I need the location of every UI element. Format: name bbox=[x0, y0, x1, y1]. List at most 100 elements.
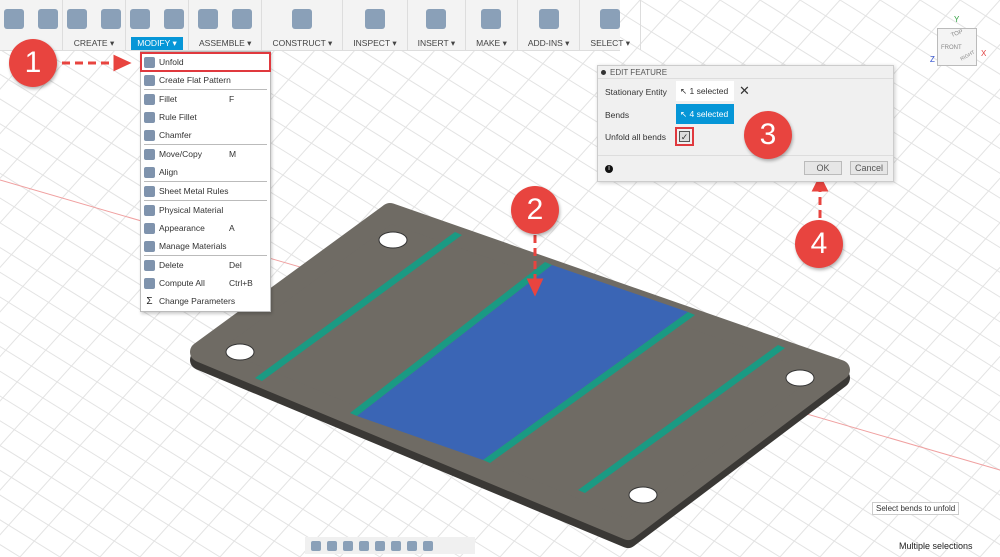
grid-settings-icon[interactable] bbox=[407, 540, 417, 551]
stationary-entity-selector[interactable]: ↖ 1 selected bbox=[676, 81, 734, 101]
sheet-metal-part[interactable] bbox=[190, 203, 850, 548]
menu-item-label: Move/Copy bbox=[159, 149, 202, 159]
ok-button[interactable]: OK bbox=[804, 161, 842, 175]
menu-item-label: Align bbox=[159, 167, 178, 177]
flat-pattern-icon[interactable] bbox=[164, 8, 184, 29]
view-cube[interactable]: TOP FRONT RIGHT Z X Y bbox=[930, 15, 986, 66]
look-at-icon[interactable] bbox=[327, 540, 337, 551]
viewports-icon[interactable] bbox=[423, 540, 433, 551]
select-icon[interactable] bbox=[600, 8, 621, 29]
annotation-2: 2 bbox=[511, 186, 559, 234]
sketch-icon[interactable] bbox=[4, 8, 24, 29]
rule-fillet-icon bbox=[144, 111, 155, 123]
toolbar-group-construct: CONSTRUCT ▾ bbox=[262, 0, 344, 50]
menu-item-rule-fillet[interactable]: Rule Fillet bbox=[141, 108, 270, 126]
menu-item-unfold[interactable]: Unfold bbox=[140, 52, 271, 72]
measure-icon[interactable] bbox=[364, 8, 385, 29]
viewcube-top[interactable]: TOP bbox=[950, 29, 964, 39]
toolbar-menu-button[interactable]: ADD-INS ▾ bbox=[522, 37, 576, 50]
toolbar-menu-button[interactable]: MAKE ▾ bbox=[470, 37, 513, 50]
menu-item-shortcut: Del bbox=[229, 260, 242, 270]
toolbar-menu-button[interactable]: CONSTRUCT ▾ bbox=[266, 37, 338, 50]
menu-item-create-flat-pattern[interactable]: Create Flat Pattern bbox=[141, 71, 270, 89]
x-axis-label: X bbox=[981, 49, 987, 58]
toolbar-menu-button[interactable]: CREATE ▾ bbox=[68, 37, 120, 50]
new-component-icon[interactable] bbox=[198, 8, 219, 29]
orbit-icon[interactable] bbox=[311, 540, 321, 551]
sheet-metal-rules-icon[interactable] bbox=[130, 8, 150, 29]
menu-item-label: Chamfer bbox=[159, 130, 192, 140]
physical-material-icon bbox=[144, 204, 155, 216]
toolbar-group-select: SELECT ▾ bbox=[580, 0, 641, 50]
menu-item-compute-all[interactable]: Compute All Ctrl+B bbox=[141, 274, 270, 292]
hole bbox=[785, 369, 815, 387]
menu-item-fillet[interactable]: Fillet F bbox=[141, 90, 270, 108]
fillet-icon bbox=[144, 93, 155, 105]
appearance-icon bbox=[144, 222, 155, 234]
menu-item-label: Compute All bbox=[159, 278, 205, 288]
create-flat-pattern-icon bbox=[144, 74, 155, 86]
bends-label: Bends bbox=[605, 110, 630, 120]
cancel-button[interactable]: Cancel bbox=[850, 161, 888, 175]
menu-item-sheet-metal-rules[interactable]: Sheet Metal Rules bbox=[141, 182, 270, 200]
create-box-icon[interactable] bbox=[67, 8, 87, 29]
menu-item-shortcut: A bbox=[229, 223, 235, 233]
joint-icon[interactable] bbox=[232, 8, 253, 29]
move-copy-icon bbox=[144, 148, 155, 160]
viewcube-front[interactable]: FRONT bbox=[941, 45, 962, 51]
menu-item-align[interactable]: Align bbox=[141, 163, 270, 181]
toolbar-group-insert: INSERT ▾ bbox=[408, 0, 467, 50]
toolbar-menu-button[interactable]: MODIFY ▾ bbox=[131, 37, 183, 50]
toolbar-group-inspect: INSPECT ▾ bbox=[343, 0, 408, 50]
toolbar-menu-button[interactable]: ASSEMBLE ▾ bbox=[193, 37, 257, 50]
tooltip: Select bends to unfold bbox=[872, 502, 960, 515]
menu-item-appearance[interactable]: Appearance A bbox=[141, 219, 270, 237]
toolbar-group-modify: MODIFY ▾ bbox=[126, 0, 189, 50]
menu-item-move-copy[interactable]: Move/Copy M bbox=[141, 145, 270, 163]
stationary-entity-label: Stationary Entity bbox=[605, 87, 667, 97]
hole bbox=[378, 231, 408, 249]
menu-item-label: Rule Fillet bbox=[159, 112, 197, 122]
clear-selection-icon[interactable]: ✕ bbox=[739, 83, 750, 99]
display-settings-icon[interactable] bbox=[391, 540, 401, 551]
viewcube-right[interactable]: RIGHT bbox=[960, 50, 976, 63]
menu-item-manage-materials[interactable]: Manage Materials bbox=[141, 237, 270, 255]
y-axis-label: Y bbox=[954, 15, 960, 24]
dimension-icon[interactable] bbox=[38, 8, 58, 29]
toolbar-menu-button[interactable]: INSERT ▾ bbox=[412, 37, 462, 50]
toolbar-group-add-ins: ADD-INS ▾ bbox=[518, 0, 581, 50]
delete-icon bbox=[144, 259, 155, 271]
extrude-flange-icon[interactable] bbox=[101, 8, 121, 29]
toolbar-group-assemble: ASSEMBLE ▾ bbox=[189, 0, 263, 50]
menu-item-physical-material[interactable]: Physical Material bbox=[141, 201, 270, 219]
menu-item-delete[interactable]: Delete Del bbox=[141, 256, 270, 274]
3d-print-icon[interactable] bbox=[481, 8, 502, 29]
info-icon[interactable]: i bbox=[605, 165, 613, 173]
modify-menu: Unfold Create Flat Pattern Fillet F Rule Fil… bbox=[140, 51, 271, 312]
align-icon bbox=[144, 166, 155, 178]
toolbar-menu-button[interactable]: INSPECT ▾ bbox=[347, 37, 402, 50]
image-icon[interactable] bbox=[426, 8, 447, 29]
unfold-icon bbox=[144, 56, 155, 68]
check-icon: ✓ bbox=[679, 131, 690, 142]
menu-item-label: Create Flat Pattern bbox=[159, 75, 231, 85]
menu-item-shortcut: M bbox=[229, 149, 237, 159]
menu-item-shortcut: F bbox=[229, 94, 235, 104]
pan-icon[interactable] bbox=[343, 540, 353, 551]
bends-selector[interactable]: ↖ 4 selected bbox=[676, 104, 734, 124]
zoom-icon[interactable] bbox=[359, 540, 369, 551]
unfold-all-bends-checkbox[interactable]: ✓ bbox=[675, 127, 694, 146]
toolbar-menu-button[interactable]: SELECT ▾ bbox=[584, 37, 636, 50]
menu-item-label: Unfold bbox=[159, 57, 184, 67]
annotation-3: 3 bbox=[744, 111, 792, 159]
fit-icon[interactable] bbox=[375, 540, 385, 551]
manage-materials-icon bbox=[144, 240, 155, 252]
navigation-bar bbox=[305, 537, 475, 554]
scripts-icon[interactable] bbox=[538, 8, 559, 29]
menu-item-chamfer[interactable]: Chamfer bbox=[141, 126, 270, 144]
change-parameters-icon: Σ bbox=[146, 295, 153, 307]
menu-item-shortcut: Ctrl+B bbox=[229, 278, 253, 288]
plane-icon[interactable] bbox=[292, 8, 313, 29]
menu-item-change-parameters[interactable]: Σ Change Parameters bbox=[141, 292, 270, 310]
compute-all-icon bbox=[144, 277, 155, 289]
